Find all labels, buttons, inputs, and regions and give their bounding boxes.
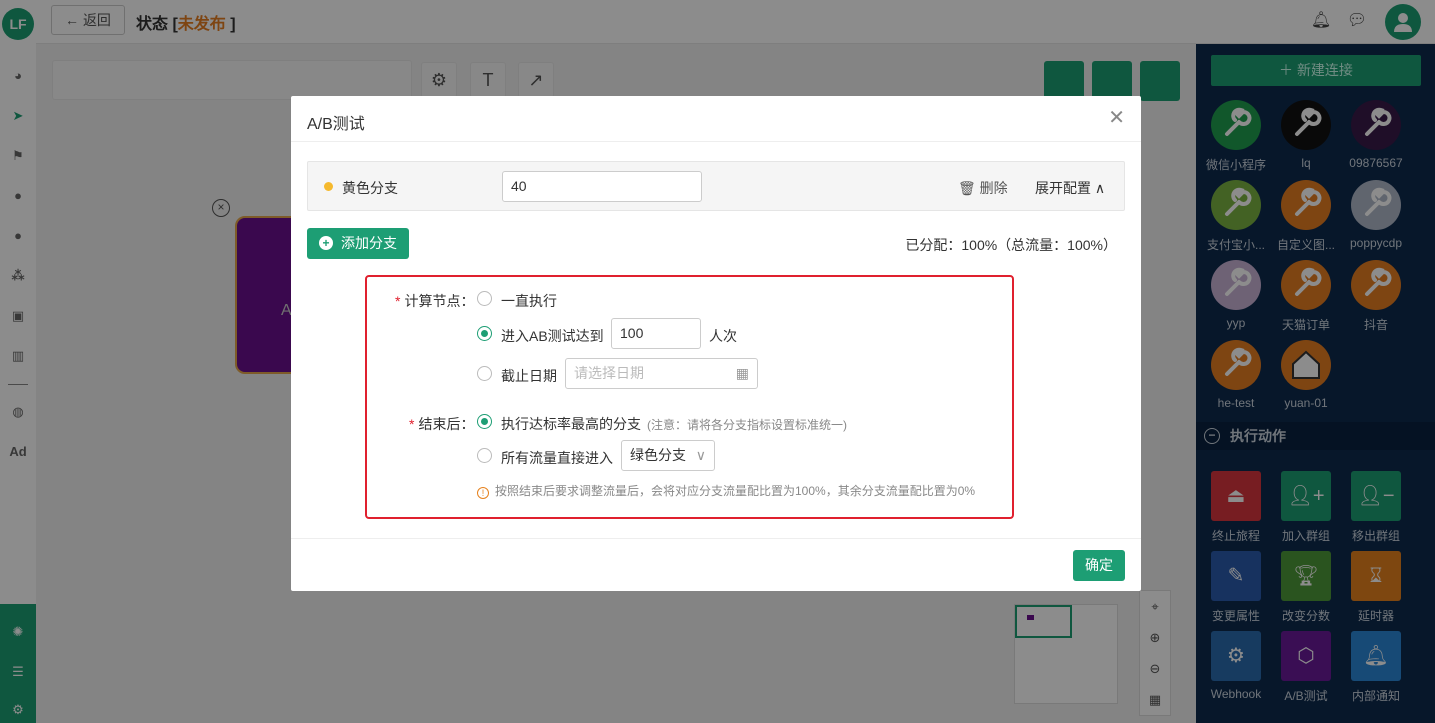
ab-test-modal: A/B测试 ✕ 黄色分支 40 🗑︎ 删除 展开配置 ∧ + 添加分支 已分配：1… — [291, 96, 1141, 591]
branch-weight-input[interactable]: 40 — [502, 171, 702, 202]
plus-circle-icon: + — [319, 236, 333, 250]
chevron-down-icon: ∨ — [695, 447, 706, 463]
branch-select-value: 绿色分支 — [630, 447, 686, 463]
traffic-tip: ! 按照结束后要求调整流量后，会将对应分支流量配比置为100%，其余分支流量配比置… — [477, 482, 975, 499]
close-icon[interactable]: ✕ — [1108, 108, 1125, 128]
delete-label: 删除 — [979, 180, 1008, 196]
radio-all-traffic[interactable] — [477, 448, 492, 463]
option-always[interactable]: 一直执行 — [501, 291, 557, 311]
modal-title: A/B测试 — [307, 116, 365, 133]
reach-count-input[interactable]: 100 — [611, 318, 701, 349]
modal-footer: 确定 — [291, 538, 1141, 591]
after-end-label-text: 结束后： — [418, 416, 475, 432]
trash-icon: 🗑︎ — [958, 180, 976, 196]
allocation-text: 已分配：100%（总流量：100%） — [905, 237, 1117, 253]
radio-always[interactable] — [477, 291, 492, 306]
best-branch-note: (注意：请将各分支指标设置标准统一) — [647, 418, 847, 432]
traffic-tip-text: 按照结束后要求调整流量后，会将对应分支流量配比置为100%，其余分支流量配比置为… — [495, 484, 976, 498]
radio-reach[interactable] — [477, 326, 492, 341]
radio-best-branch[interactable] — [477, 414, 492, 429]
option-best-branch[interactable]: 执行达标率最高的分支 — [501, 414, 641, 434]
date-picker[interactable]: 请选择日期 ▦ — [565, 358, 758, 389]
delete-branch-button[interactable]: 🗑︎ 删除 — [958, 178, 1008, 198]
confirm-button[interactable]: 确定 — [1073, 550, 1125, 581]
add-branch-label: 添加分支 — [341, 235, 397, 251]
add-branch-button[interactable]: + 添加分支 — [307, 228, 409, 259]
branch-name: 黄色分支 — [342, 180, 398, 196]
branch-row: 黄色分支 40 🗑︎ 删除 展开配置 ∧ — [307, 161, 1125, 211]
expand-config-button[interactable]: 展开配置 ∧ — [1035, 178, 1105, 198]
reach-unit: 人次 — [709, 328, 737, 344]
radio-deadline[interactable] — [477, 366, 492, 381]
branch-select[interactable]: 绿色分支 ∨ — [621, 440, 715, 471]
branch-color-dot — [324, 182, 333, 191]
calc-node-label: * 计算节点： — [395, 293, 475, 309]
modal-header: A/B测试 ✕ — [291, 96, 1141, 142]
option-all-traffic[interactable]: 所有流量直接进入 — [501, 448, 613, 468]
calendar-icon: ▦ — [735, 365, 749, 381]
option-deadline[interactable]: 截止日期 — [501, 366, 557, 386]
date-placeholder: 请选择日期 — [574, 365, 644, 381]
warning-icon: ! — [477, 487, 489, 499]
expand-label: 展开配置 — [1035, 180, 1091, 196]
option-reach[interactable]: 进入AB测试达到 — [501, 326, 604, 346]
chevron-up-icon: ∧ — [1094, 180, 1106, 196]
calc-node-label-text: 计算节点： — [404, 293, 475, 309]
after-end-label: * 结束后： — [409, 416, 475, 432]
